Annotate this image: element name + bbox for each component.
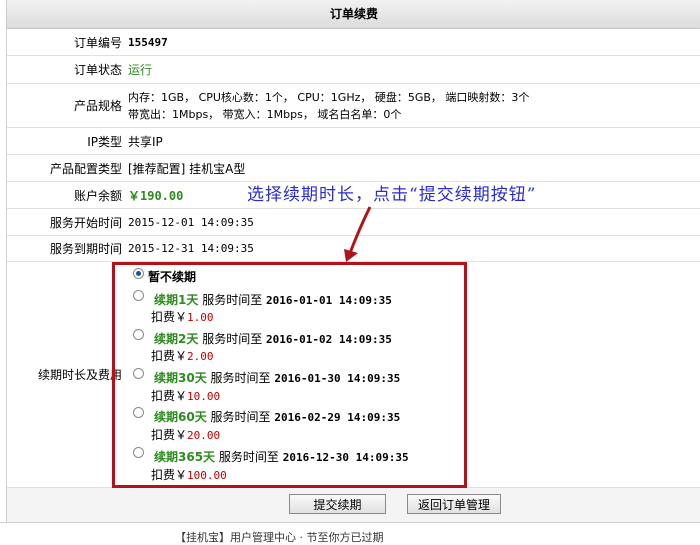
option-renew-30-days[interactable]: 续期30天 服务时间至 2016-01-30 14:09:35 (154, 369, 400, 386)
renew-365-days-fee: 100.00 (187, 469, 227, 482)
label-balance: 账户余额 (73, 188, 122, 203)
renew-30-days-service: 服务时间至 (210, 371, 271, 385)
renew-365-days-fee-label: 扣费￥ (151, 468, 188, 482)
renew-30-days-fee-label: 扣费￥ (151, 389, 188, 403)
spec-line-2: 带宽出：1Mbps， 带宽入：1Mbps， 域名白名单：0个 (128, 107, 402, 121)
renew-2-days-fee: 2.00 (187, 350, 214, 363)
label-ip-type: IP类型 (87, 134, 122, 149)
option-renew-60-days[interactable]: 续期60天 服务时间至 2016-02-29 14:09:35 (154, 408, 400, 425)
value-order-number: 155497 (128, 35, 168, 49)
renew-60-days-label: 续期60天 (154, 410, 207, 424)
label-start-time: 服务开始时间 (49, 215, 122, 230)
renew-365-days-time: 2016-12-30 14:09:35 (282, 451, 409, 464)
submit-renewal-button[interactable]: 提交续期 (289, 494, 386, 514)
label-product-spec: 产品规格 (73, 99, 122, 113)
radio-no-renewal[interactable] (133, 268, 144, 279)
renew-60-days-fee-label: 扣费￥ (151, 428, 188, 442)
renew-2-days-fee-label: 扣费￥ (151, 349, 188, 363)
value-config-type: [推荐配置] 挂机宝A型 (128, 161, 246, 176)
footer-text: 【挂机宝】用户管理中心 · 节至你方已过期 (175, 531, 384, 544)
radio-renew-365-days[interactable] (133, 447, 144, 458)
renew-30-days-time: 2016-01-30 14:09:35 (274, 372, 401, 385)
renew-1-day-fee-label: 扣费￥ (151, 310, 188, 324)
annotation-text: 选择续期时长，点击“提交续期按钮” (247, 185, 537, 205)
renew-60-days-time: 2016-02-29 14:09:35 (274, 411, 401, 424)
renew-365-days-label: 续期365天 (154, 450, 216, 464)
arrow-icon (344, 206, 372, 262)
radio-renew-60-days[interactable] (133, 407, 144, 418)
option-renew-1-day[interactable]: 续期1天 服务时间至 2016-01-01 14:09:35 (154, 291, 392, 308)
radio-renew-30-days[interactable] (133, 368, 144, 379)
renew-1-day-fee: 1.00 (187, 311, 214, 324)
renew-60-days-fee: 20.00 (187, 429, 221, 442)
label-renewal: 续期时长及费用 (37, 368, 122, 382)
renew-2-days-service: 服务时间至 (202, 332, 263, 346)
renew-30-days-label: 续期30天 (154, 371, 207, 385)
radio-renew-2-days[interactable] (133, 329, 144, 340)
label-end-time: 服务到期时间 (49, 242, 122, 256)
row-product-spec: 产品规格 内存：1GB， CPU核心数：1个， CPU：1GHz， 硬盘：5GB… (7, 84, 700, 128)
option-renew-365-days[interactable]: 续期365天 服务时间至 2016-12-30 14:09:35 (154, 448, 409, 465)
value-ip-type: 共享IP (128, 134, 163, 149)
renew-30-days-fee-row: 扣费￥10.00 (151, 387, 220, 404)
renew-2-days-label: 续期2天 (154, 332, 199, 346)
renew-1-day-service: 服务时间至 (202, 293, 263, 307)
label-order-number: 订单编号 (73, 35, 122, 50)
label-config-type: 产品配置类型 (49, 161, 122, 176)
row-order-number: 订单编号 155497 (7, 29, 700, 56)
label-order-status: 订单状态 (73, 63, 122, 77)
value-order-status: 运行 (128, 63, 153, 77)
renew-1-day-time: 2016-01-01 14:09:35 (266, 294, 392, 307)
row-order-status: 订单状态 运行 (7, 56, 700, 84)
option-renew-2-days[interactable]: 续期2天 服务时间至 2016-01-02 14:09:35 (154, 330, 392, 347)
renew-2-days-time: 2016-01-02 14:09:35 (266, 333, 392, 346)
renew-365-days-fee-row: 扣费￥100.00 (151, 466, 227, 483)
value-start-time: 2015-12-01 14:09:35 (128, 215, 254, 229)
option-no-renewal-label[interactable]: 暂不续期 (148, 268, 196, 285)
renew-60-days-fee-row: 扣费￥20.00 (151, 426, 220, 443)
renew-365-days-service: 服务时间至 (218, 450, 279, 464)
radio-renew-1-day[interactable] (133, 290, 144, 301)
spec-line-1: 内存：1GB， CPU核心数：1个， CPU：1GHz， 硬盘：5GB， 端口映… (128, 90, 530, 104)
renew-2-days-fee-row: 扣费￥2.00 (151, 347, 214, 364)
page-title: 订单续费 (7, 0, 700, 29)
renew-60-days-service: 服务时间至 (210, 410, 271, 424)
row-config-type: 产品配置类型 [推荐配置] 挂机宝A型 (7, 155, 700, 182)
renew-1-day-fee-row: 扣费￥1.00 (151, 308, 214, 325)
value-end-time: 2015-12-31 14:09:35 (128, 242, 254, 255)
value-balance: ￥190.00 (128, 188, 184, 203)
back-to-orders-button[interactable]: 返回订单管理 (407, 494, 501, 514)
renew-30-days-fee: 10.00 (187, 390, 221, 403)
row-ip-type: IP类型 共享IP (7, 128, 700, 155)
renew-1-day-label: 续期1天 (154, 293, 199, 307)
